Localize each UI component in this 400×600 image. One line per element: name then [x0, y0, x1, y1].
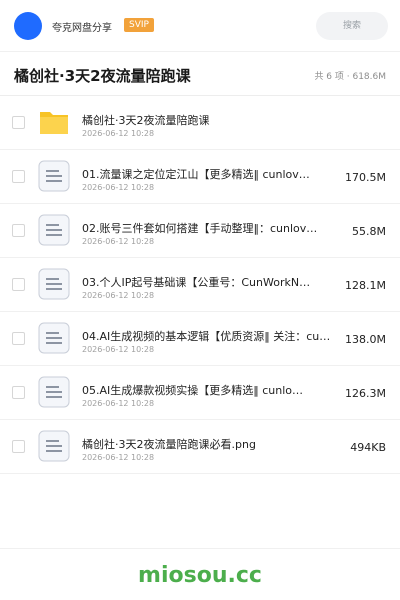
- file-size: 170.5M: [345, 171, 386, 184]
- file-name: 01.流量课之定位定江山【更多精选‖ cunlov…: [82, 168, 310, 181]
- file-row[interactable]: 橘创社·3天2夜流量陪跑课 2026-06-12 10:28: [0, 96, 400, 150]
- share-header: 橘创社·3天2夜流量陪跑课 共 6 项 · 618.6M: [0, 52, 400, 96]
- top-bar: 夸克网盘分享 SVIP 搜索: [0, 0, 400, 52]
- row-checkbox[interactable]: [12, 278, 25, 291]
- file-icon: [38, 214, 70, 246]
- file-icon: [38, 322, 70, 354]
- row-checkbox[interactable]: [12, 332, 25, 345]
- file-icon: [38, 430, 70, 462]
- file-size: 494KB: [350, 441, 386, 454]
- file-row[interactable]: 橘创社·3天2夜流量陪跑课必看.png 2026-06-12 10:28 494…: [0, 420, 400, 474]
- file-date: 2026-06-12 10:28: [82, 237, 155, 246]
- file-size: 55.8M: [352, 225, 386, 238]
- file-name: 05.AI生成爆款视频实操【更多精选‖ cunlo…: [82, 384, 304, 397]
- file-name: 橘创社·3天2夜流量陪跑课必看.png: [82, 438, 256, 451]
- file-icon: [38, 160, 70, 192]
- avatar[interactable]: [14, 12, 42, 40]
- file-name: 02.账号三件套如何搭建【手动整理‖：cunlov…: [82, 222, 318, 235]
- file-date: 2026-06-12 10:28: [82, 345, 155, 354]
- file-size: 138.0M: [345, 333, 386, 346]
- watermark: miosou.cc: [138, 563, 262, 588]
- svip-badge: SVIP: [124, 18, 154, 32]
- file-row[interactable]: 04.AI生成视频的基本逻辑【优质资源‖ 关注：cu… 2026-06-12 1…: [0, 312, 400, 366]
- file-date: 2026-06-12 10:28: [82, 129, 155, 138]
- file-date: 2026-06-12 10:28: [82, 399, 155, 408]
- share-summary: 共 6 项 · 618.6M: [314, 72, 386, 82]
- footer: miosou.cc: [0, 548, 400, 600]
- row-checkbox[interactable]: [12, 440, 25, 453]
- file-name: 03.个人IP起号基础课【公重号：CunWorkN…: [82, 276, 311, 289]
- file-size: 126.3M: [345, 387, 386, 400]
- row-checkbox[interactable]: [12, 116, 25, 129]
- search-button[interactable]: 搜索: [316, 12, 388, 40]
- file-name: 橘创社·3天2夜流量陪跑课: [82, 114, 210, 127]
- file-date: 2026-06-12 10:28: [82, 453, 155, 462]
- row-checkbox[interactable]: [12, 224, 25, 237]
- file-row[interactable]: 01.流量课之定位定江山【更多精选‖ cunlov… 2026-06-12 10…: [0, 150, 400, 204]
- file-name: 04.AI生成视频的基本逻辑【优质资源‖ 关注：cu…: [82, 330, 331, 343]
- row-checkbox[interactable]: [12, 170, 25, 183]
- file-date: 2026-06-12 10:28: [82, 183, 155, 192]
- file-icon: [38, 376, 70, 408]
- file-row[interactable]: 03.个人IP起号基础课【公重号：CunWorkN… 2026-06-12 10…: [0, 258, 400, 312]
- page-title: 橘创社·3天2夜流量陪跑课: [14, 67, 191, 85]
- folder-icon: [38, 106, 70, 138]
- file-row[interactable]: 05.AI生成爆款视频实操【更多精选‖ cunlo… 2026-06-12 10…: [0, 366, 400, 420]
- row-checkbox[interactable]: [12, 386, 25, 399]
- file-icon: [38, 268, 70, 300]
- brand-label: 夸克网盘分享: [52, 23, 112, 34]
- file-date: 2026-06-12 10:28: [82, 291, 155, 300]
- file-row[interactable]: 02.账号三件套如何搭建【手动整理‖：cunlov… 2026-06-12 10…: [0, 204, 400, 258]
- file-size: 128.1M: [345, 279, 386, 292]
- file-list: 橘创社·3天2夜流量陪跑课 2026-06-12 10:28 01.流量课之定位…: [0, 96, 400, 474]
